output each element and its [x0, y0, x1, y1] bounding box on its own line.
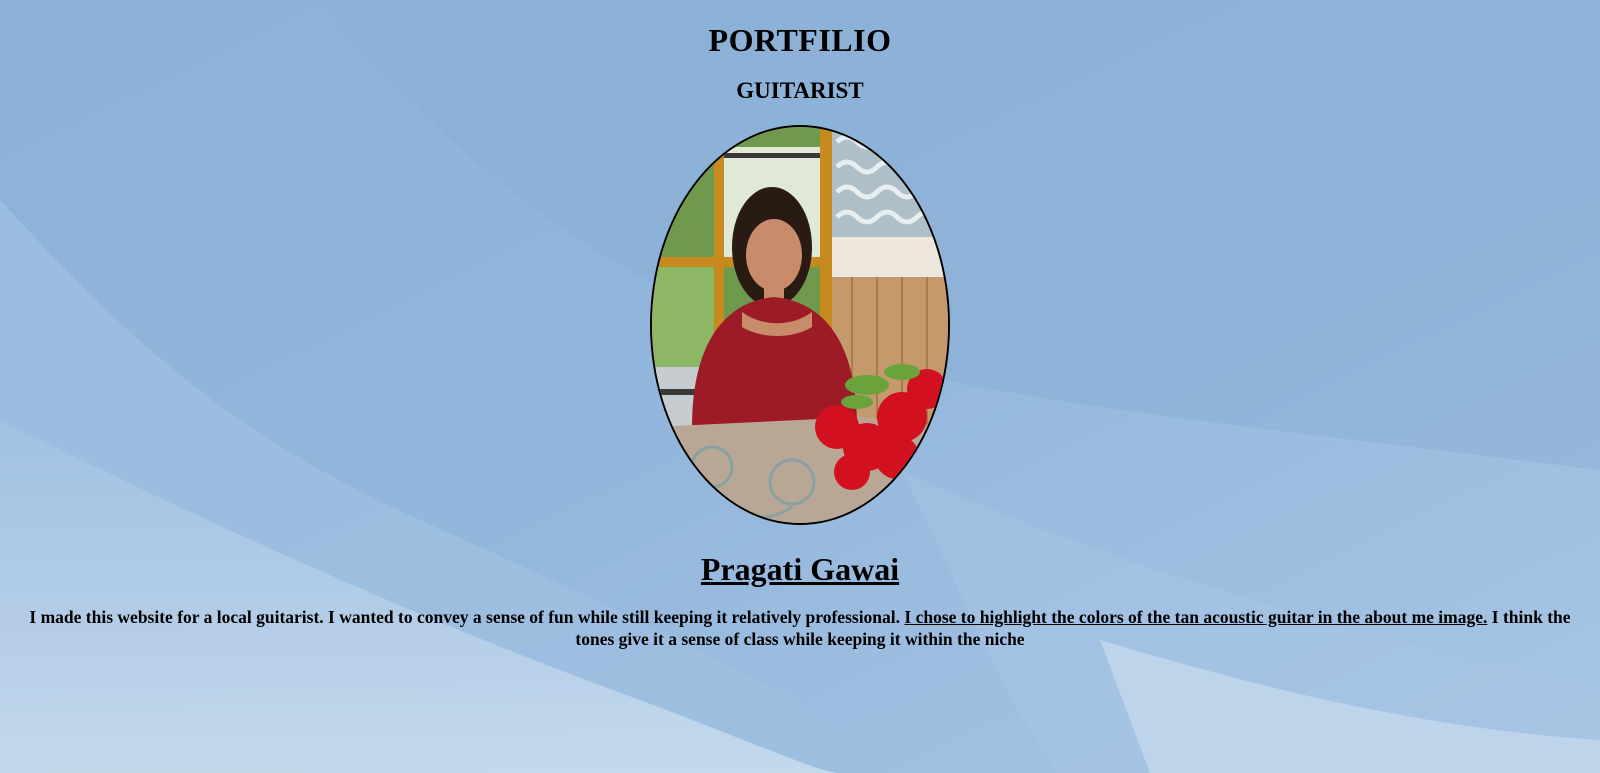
about-paragraph: I made this website for a local guitaris…: [14, 606, 1586, 650]
profile-name: Pragati Gawai: [700, 551, 900, 587]
page-title: PORTFILIO: [708, 22, 892, 58]
page-subtitle: GUITARIST: [736, 78, 864, 103]
profile-photo: [650, 125, 950, 525]
about-text-before: I made this website for a local guitaris…: [29, 607, 905, 627]
portfolio-content: PORTFILIO GUITARIST Pragati Gawai I made…: [0, 0, 1600, 650]
about-me-link[interactable]: I chose to highlight the colors of the t…: [904, 607, 1487, 627]
